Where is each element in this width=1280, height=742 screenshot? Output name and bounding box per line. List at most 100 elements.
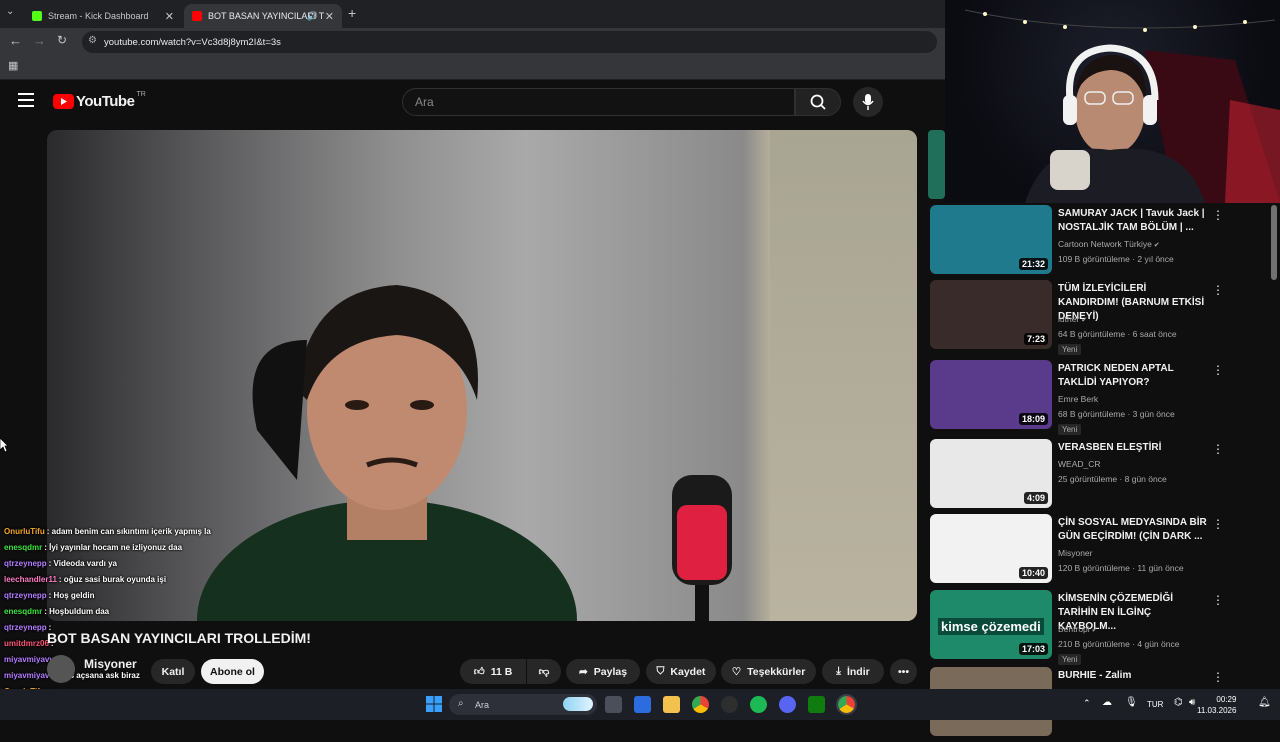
save-button[interactable]: ⛉ Kaydet (646, 659, 716, 684)
tray-chevron-icon[interactable]: ⌃ (1083, 698, 1091, 709)
webcam-scene (964, 9, 1280, 203)
apps-grid-icon[interactable]: ▦ (8, 59, 18, 72)
more-vertical-icon[interactable]: ⋮ (1212, 208, 1224, 222)
channel-label: Misyoner (1058, 548, 1093, 558)
recommendation-item[interactable]: 21:32 SAMURAY JACK | Tavuk Jack | NOSTALJ… (928, 205, 1280, 280)
spotify-icon[interactable] (750, 696, 767, 713)
recommendation-channel[interactable]: Bentropi ✔ (1058, 622, 1097, 638)
recommendation-item[interactable]: 7:23 TÜM İZLEYİCİLERİ KANDIRDIM! (BARNUM … (928, 280, 1280, 355)
url-field[interactable]: ⚙ youtube.com/watch?v=Vc3d8j8ym2I&t=3s (82, 31, 937, 53)
discord-icon[interactable] (779, 696, 796, 713)
more-horizontal-icon: ••• (897, 665, 910, 678)
chat-username: miyavmiyavv (4, 655, 54, 664)
channel-avatar[interactable] (47, 655, 75, 683)
voice-search-button[interactable] (853, 87, 883, 117)
verified-icon: ✔ (1151, 242, 1160, 249)
download-icon: ⤓ (836, 665, 841, 677)
duration-badge: 10:40 (1018, 567, 1048, 579)
chrome-active-icon[interactable] (836, 694, 857, 715)
notification-icon[interactable]: 🔔︎ (1258, 697, 1271, 708)
like-count: 11 B (490, 665, 513, 678)
chat-username: qtrzeynepp (4, 623, 47, 632)
more-vertical-icon[interactable]: ⋮ (1212, 442, 1224, 456)
browser-tab-bar: ⌄ Stream - Kick Dashboard ✕ BOT BASAN YA… (0, 0, 945, 28)
video-thumbnail[interactable]: 10:40 (930, 514, 1052, 583)
menu-icon[interactable] (18, 93, 34, 107)
video-thumbnail[interactable]: 18:09 (930, 360, 1052, 429)
duration-badge: 17:03 (1018, 643, 1048, 655)
store-icon[interactable] (634, 696, 651, 713)
dislike-button[interactable]: 👎︎ (527, 659, 561, 684)
sidebar-scrollbar[interactable] (1271, 205, 1277, 280)
share-button[interactable]: ➦ Paylaş (566, 659, 640, 684)
tab-youtube-video[interactable]: BOT BASAN YAYINCILARI T 🔊 ✕ (184, 4, 342, 28)
recommendation-views: 210 B görüntüleme · 4 gün önce (1058, 639, 1180, 649)
tab-kick-dashboard[interactable]: Stream - Kick Dashboard ✕ (24, 4, 182, 28)
new-badge: Yeni (1058, 654, 1082, 665)
more-vertical-icon[interactable]: ⋮ (1212, 283, 1224, 297)
more-vertical-icon[interactable]: ⋮ (1212, 670, 1224, 684)
recommendation-channel[interactable]: Misyoner (1058, 546, 1092, 561)
partial-thumbnail[interactable] (928, 130, 945, 199)
recommendation-channel[interactable]: Emre Berk (1058, 392, 1098, 407)
like-button[interactable]: 👍︎ 11 B (460, 659, 526, 684)
obs-icon[interactable] (721, 696, 738, 713)
forward-icon[interactable]: → (33, 33, 46, 48)
chrome-icon[interactable] (692, 696, 709, 713)
video-thumbnail[interactable]: 21:32 (930, 205, 1052, 274)
recommendation-channel[interactable]: Cartoon Network Türkiye ✔ (1058, 237, 1160, 253)
logo-text: YouTube (76, 93, 135, 110)
recommendation-title[interactable]: VERASBEN ELEŞTİRİ (1058, 441, 1208, 455)
recommendation-title[interactable]: ÇİN SOSYAL MEDYASINDA BİR GÜN GEÇİRDİM! … (1058, 516, 1208, 544)
recommendation-item[interactable]: 18:09 PATRICK NEDEN APTAL TAKLİDİ YAPIYOR… (928, 360, 1280, 435)
file-explorer-icon[interactable] (663, 696, 680, 713)
video-thumbnail[interactable]: 7:23 (930, 280, 1052, 349)
channel-name[interactable]: Misyoner (84, 657, 137, 671)
youtube-play-icon (53, 94, 74, 109)
subscribe-button[interactable]: Abone ol (201, 659, 264, 684)
webcam-overlay (945, 0, 1280, 203)
recommendation-title[interactable]: BURHIE - Zalim (1058, 669, 1208, 683)
windows-start-icon[interactable] (426, 696, 442, 712)
recommendation-channel[interactable]: WEAD_CR (1058, 457, 1101, 472)
network-icon[interactable]: ⌬ (1174, 697, 1183, 708)
join-button[interactable]: Katıl (151, 659, 195, 684)
more-actions-button[interactable]: ••• (890, 659, 917, 684)
recommendations-list: 21:32 SAMURAY JACK | Tavuk Jack | NOSTALJ… (928, 205, 1280, 736)
download-button[interactable]: ⤓ İndir (822, 659, 884, 684)
cloud-icon[interactable]: ☁ (1102, 697, 1112, 708)
close-icon[interactable]: ✕ (325, 10, 334, 23)
task-view-icon[interactable] (605, 696, 622, 713)
reload-icon[interactable]: ↻ (57, 33, 67, 47)
more-vertical-icon[interactable]: ⋮ (1212, 363, 1224, 377)
volume-icon[interactable]: 🔊︎ (1189, 697, 1195, 708)
recommendation-title[interactable]: PATRICK NEDEN APTAL TAKLİDİ YAPIYOR? (1058, 362, 1208, 390)
taskbar-search-input[interactable]: ⌕ Ara (449, 694, 597, 715)
new-tab-icon[interactable]: + (348, 5, 356, 21)
more-vertical-icon[interactable]: ⋮ (1212, 517, 1224, 531)
search-button[interactable] (795, 88, 841, 116)
thanks-heart-icon: ♡ (731, 665, 742, 678)
youtube-logo[interactable]: YouTube TR (53, 91, 146, 110)
more-vertical-icon[interactable]: ⋮ (1212, 593, 1224, 607)
tab-search-icon[interactable]: ⌄ (6, 6, 14, 17)
language-indicator[interactable]: TUR (1147, 700, 1163, 709)
recommendation-item[interactable]: 4:09 VERASBEN ELEŞTİRİ WEAD_CR 25 görüntüle… (928, 439, 1280, 514)
search-input[interactable]: Ara (402, 88, 795, 116)
close-icon[interactable]: ✕ (165, 10, 174, 23)
tray-mic-icon[interactable]: 🎙︎ (1125, 697, 1138, 708)
recommendation-title[interactable]: SAMURAY JACK | Tavuk Jack | NOSTALJİK TA… (1058, 207, 1208, 235)
recommendation-channel[interactable]: luther ✔ (1058, 312, 1087, 328)
speaker-icon[interactable]: 🔊 (307, 11, 318, 22)
recommendation-item[interactable]: 10:40 ÇİN SOSYAL MEDYASINDA BİR GÜN GEÇİR… (928, 514, 1280, 589)
video-background-wall (770, 130, 917, 621)
back-icon[interactable]: ← (9, 33, 22, 48)
thanks-button[interactable]: ♡ Teşekkürler (721, 659, 816, 684)
chat-username: qtrzeynepp (4, 591, 47, 600)
video-thumbnail[interactable]: kimse çözemedi 17:03 (930, 590, 1052, 659)
recommendation-item[interactable]: kimse çözemedi 17:03 KİMSENİN ÇÖZEMEDİĞİ T… (928, 590, 1280, 665)
site-info-icon[interactable]: ⚙ (88, 35, 97, 46)
xbox-icon[interactable] (808, 696, 825, 713)
video-thumbnail[interactable]: 4:09 (930, 439, 1052, 508)
system-clock[interactable]: 00:29 11.03.2026 (1197, 694, 1236, 716)
